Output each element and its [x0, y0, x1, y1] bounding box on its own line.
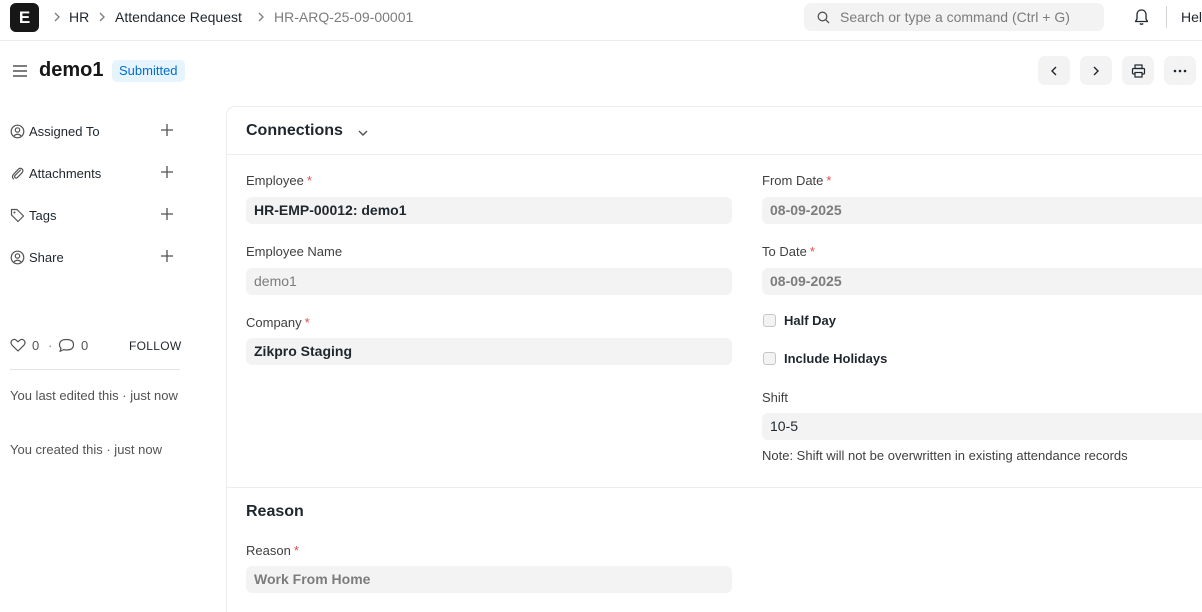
sidebar-toggle-icon[interactable]	[12, 63, 28, 79]
half-day-checkbox[interactable]	[763, 314, 776, 327]
chevron-down-icon[interactable]	[357, 127, 369, 139]
previous-doc-button[interactable]	[1038, 56, 1070, 85]
plus-icon[interactable]	[160, 165, 174, 179]
sidebar-item-label: Share	[29, 250, 64, 265]
page-title: demo1	[39, 59, 104, 81]
chevron-right-icon	[54, 12, 60, 22]
comment-count: 0	[81, 338, 89, 353]
search-placeholder: Search or type a command (Ctrl + G)	[840, 9, 1070, 25]
more-actions-button[interactable]	[1164, 56, 1196, 85]
section-divider	[227, 487, 1202, 488]
shift-label: Shift	[762, 390, 789, 405]
follow-button[interactable]: FOLLOW	[129, 339, 181, 353]
from-date-field[interactable]: 08-09-2025	[762, 197, 1202, 224]
plus-icon[interactable]	[160, 249, 174, 263]
user-menu[interactable]: Hel	[1181, 9, 1202, 25]
breadcrumb-hr[interactable]: HR	[69, 9, 89, 25]
breadcrumb-attendance-request[interactable]: Attendance Request	[115, 9, 242, 25]
sidebar-item-label: Attachments	[29, 166, 102, 181]
tag-icon	[10, 208, 25, 223]
company-field[interactable]: Zikpro Staging	[246, 338, 732, 365]
sidebar-item-share[interactable]: Share	[10, 248, 180, 268]
half-day-label: Half Day	[784, 313, 837, 328]
comment-icon[interactable]	[58, 338, 75, 353]
company-label: Company *	[246, 315, 310, 330]
form-card: Connections Employee * HR-EMP-00012: demo…	[226, 106, 1202, 612]
next-doc-button[interactable]	[1080, 56, 1112, 85]
reason-section-title: Reason	[246, 503, 304, 520]
employee-name-field: demo1	[246, 268, 732, 295]
activity-last-edited: You last edited this · just now	[10, 388, 178, 403]
search-icon	[817, 11, 830, 24]
status-badge: Submitted	[112, 60, 185, 82]
to-date-field[interactable]: 08-09-2025	[762, 268, 1202, 295]
to-date-label: To Date *	[762, 244, 815, 259]
notification-bell-icon[interactable]	[1133, 8, 1150, 26]
shift-field[interactable]: 10-5	[762, 413, 1202, 440]
doc-stats: 0 · 0 FOLLOW	[10, 336, 181, 356]
employee-name-label: Employee Name	[246, 244, 343, 259]
shift-note: Note: Shift will not be overwritten in e…	[762, 448, 1128, 463]
chevron-right-icon	[1093, 66, 1099, 75]
breadcrumb-current[interactable]: HR-ARQ-25-09-00001	[274, 9, 413, 25]
plus-icon[interactable]	[160, 123, 174, 137]
paperclip-icon	[11, 167, 24, 180]
sidebar-item-attachments[interactable]: Attachments	[10, 164, 180, 184]
sidebar-divider	[10, 369, 180, 370]
navbar-divider	[1166, 6, 1167, 28]
share-user-icon	[10, 250, 25, 265]
chevron-left-icon	[1051, 66, 1057, 75]
sidebar-item-label: Tags	[29, 208, 57, 223]
from-date-label: From Date *	[762, 173, 832, 188]
chevron-right-icon	[258, 12, 264, 22]
heart-icon[interactable]	[10, 338, 26, 352]
sidebar-item-tags[interactable]: Tags	[10, 206, 180, 226]
plus-icon[interactable]	[160, 207, 174, 221]
section-divider	[227, 154, 1202, 155]
sidebar-item-label: Assigned To	[29, 124, 100, 139]
include-holidays-label: Include Holidays	[784, 351, 888, 366]
reason-field[interactable]: Work From Home	[246, 566, 732, 593]
app-logo[interactable]: E	[10, 3, 39, 32]
print-button[interactable]	[1122, 56, 1154, 85]
assign-user-icon	[10, 124, 25, 139]
like-count: 0	[32, 338, 40, 353]
navbar: E HR Attendance Request HR-ARQ-25-09-000…	[0, 0, 1202, 41]
reason-label: Reason *	[246, 543, 299, 558]
connections-section-title[interactable]: Connections	[246, 122, 343, 140]
employee-field[interactable]: HR-EMP-00012: demo1	[246, 197, 732, 224]
include-holidays-checkbox[interactable]	[763, 352, 776, 365]
sidebar-item-assigned-to[interactable]: Assigned To	[10, 122, 180, 142]
activity-created: You created this · just now	[10, 442, 162, 457]
employee-label: Employee *	[246, 173, 312, 188]
chevron-right-icon	[99, 12, 105, 22]
search-bar[interactable]: Search or type a command (Ctrl + G)	[804, 3, 1104, 31]
printer-icon	[1131, 63, 1145, 78]
stats-separator: ·	[48, 338, 53, 353]
more-horizontal-icon	[1173, 69, 1187, 72]
